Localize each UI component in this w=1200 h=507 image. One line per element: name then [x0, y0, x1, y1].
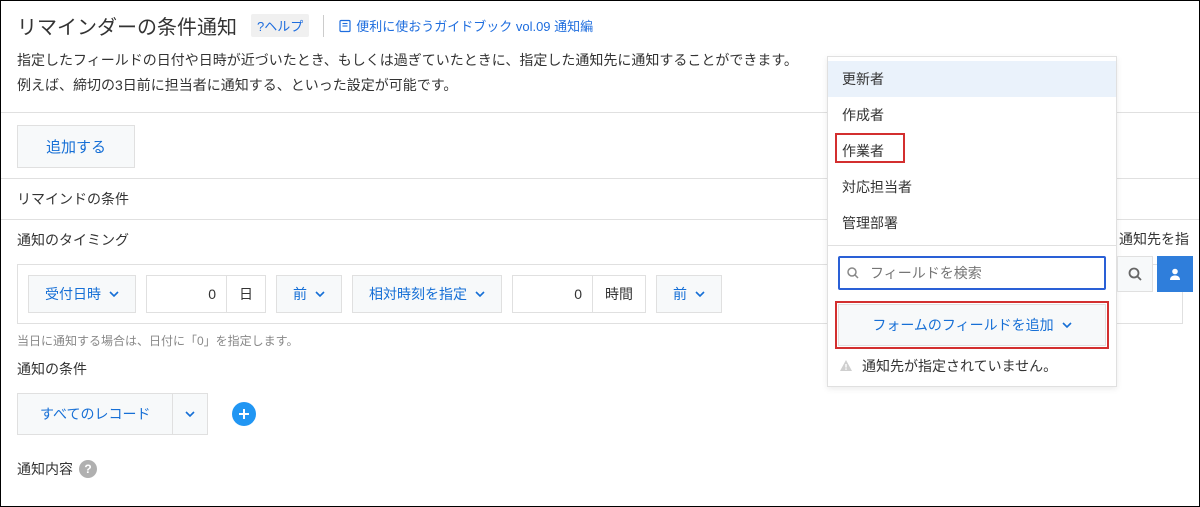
hour-mode-label: 前	[673, 284, 687, 304]
chevron-down-icon	[1062, 320, 1072, 330]
book-icon	[338, 19, 352, 33]
add-condition-button[interactable]	[232, 402, 256, 426]
add-form-field-button[interactable]: フォームのフィールドを追加	[838, 304, 1106, 346]
hour-unit-label: 時間	[592, 275, 646, 313]
chevron-down-icon	[695, 289, 705, 299]
search-icon	[846, 266, 860, 280]
help-tooltip-icon[interactable]: ?	[79, 460, 97, 478]
person-picker-button[interactable]	[1157, 256, 1193, 292]
relative-time-label: 相対時刻を指定	[369, 284, 467, 304]
day-mode-select[interactable]: 前	[276, 275, 342, 313]
day-unit-label: 日	[226, 275, 266, 313]
field-search-wrap	[838, 256, 1106, 290]
scope-select-chevron[interactable]	[172, 393, 208, 435]
dropdown-item-worker-label: 作業者	[842, 143, 884, 159]
help-link[interactable]: ?ヘルプ	[251, 14, 309, 37]
relative-time-select[interactable]: 相対時刻を指定	[352, 275, 502, 313]
timing-field-select-label: 受付日時	[45, 284, 101, 304]
dropdown-item-creator[interactable]: 作成者	[828, 97, 1116, 133]
hour-number-input[interactable]	[512, 275, 592, 313]
dropdown-item-worker[interactable]: 作業者	[828, 133, 1116, 169]
dropdown-item-department[interactable]: 管理部署	[828, 205, 1116, 241]
field-dropdown-list: 更新者 作成者 作業者 対応担当者 管理部署	[828, 57, 1116, 245]
day-number-input[interactable]	[146, 275, 226, 313]
guidebook-label: 便利に使おうガイドブック vol.09 通知編	[356, 16, 593, 35]
guidebook-link[interactable]: 便利に使おうガイドブック vol.09 通知編	[338, 16, 593, 35]
field-dropdown-panel: 更新者 作成者 作業者 対応担当者 管理部署 フォームのフィールドを追加 通知先…	[827, 56, 1117, 387]
chevron-down-icon	[185, 409, 195, 419]
timing-field-select[interactable]: 受付日時	[28, 275, 136, 313]
chevron-down-icon	[109, 289, 119, 299]
page-title: リマインダーの条件通知	[17, 11, 237, 40]
hour-mode-select[interactable]: 前	[656, 275, 722, 313]
search-trigger-button[interactable]	[1117, 256, 1153, 292]
separator	[323, 15, 324, 37]
day-mode-label: 前	[293, 284, 307, 304]
scope-select-label-box[interactable]: すべてのレコード	[17, 393, 172, 435]
add-form-field-label: フォームのフィールドを追加	[872, 315, 1053, 335]
content-label: 通知内容	[17, 459, 73, 479]
add-button[interactable]: 追加する	[17, 125, 135, 168]
scope-select-label: すべてのレコード	[40, 404, 150, 424]
chevron-down-icon	[475, 289, 485, 299]
hour-input-group: 時間	[512, 275, 646, 313]
chevron-down-icon	[315, 289, 325, 299]
day-input-group: 日	[146, 275, 266, 313]
warning-text: 通知先が指定されていません。	[862, 356, 1057, 376]
dropdown-item-assignee[interactable]: 対応担当者	[828, 169, 1116, 205]
field-search-input[interactable]	[838, 256, 1106, 290]
dropdown-item-updater[interactable]: 更新者	[828, 61, 1116, 97]
warning-icon	[838, 358, 854, 374]
